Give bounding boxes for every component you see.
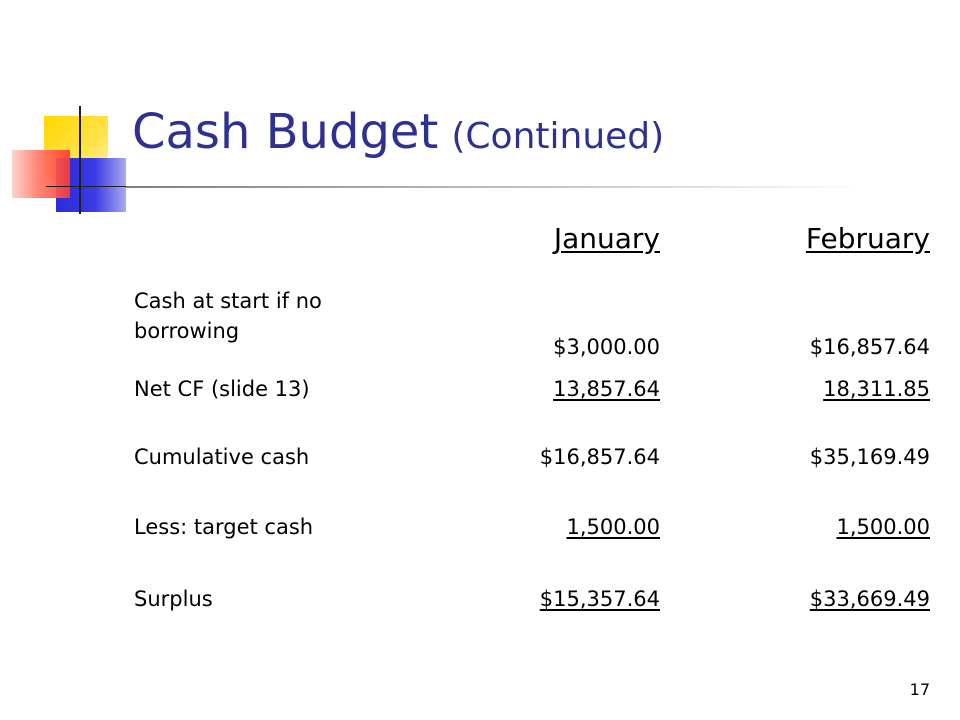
row-label: Cumulative cash — [134, 445, 310, 469]
slide-title-main: Cash Budget — [132, 104, 439, 160]
cell-january: $16,857.64 — [539, 445, 660, 469]
cell-january: 13,857.64 — [553, 377, 660, 401]
cell-february: $33,669.49 — [809, 587, 930, 611]
cell-february: 18,311.85 — [823, 377, 930, 401]
decor-red-square — [12, 150, 70, 198]
column-header-january: January — [553, 222, 660, 255]
column-header-february: February — [805, 222, 930, 255]
decor-horizontal-line — [46, 186, 126, 187]
cell-january: 1,500.00 — [566, 515, 660, 539]
slide-title-subtitle: (Continued) — [451, 116, 665, 157]
row-label: Surplus — [134, 587, 213, 611]
row-label: Cash at start if no borrowing — [134, 289, 322, 343]
row-label: Net CF (slide 13) — [134, 377, 310, 401]
decor-vertical-line — [79, 106, 81, 214]
row-label: Less: target cash — [134, 515, 314, 539]
cell-january: $3,000.00 — [553, 335, 660, 359]
cell-january: $15,357.64 — [539, 587, 660, 611]
cell-february: 1,500.00 — [836, 515, 930, 539]
cell-february: $35,169.49 — [809, 445, 930, 469]
cell-february: $16,857.64 — [809, 335, 930, 359]
page-number: 17 — [909, 680, 930, 699]
title-underline-rule — [126, 186, 866, 188]
slide-title: Cash Budget (Continued) — [132, 104, 664, 160]
